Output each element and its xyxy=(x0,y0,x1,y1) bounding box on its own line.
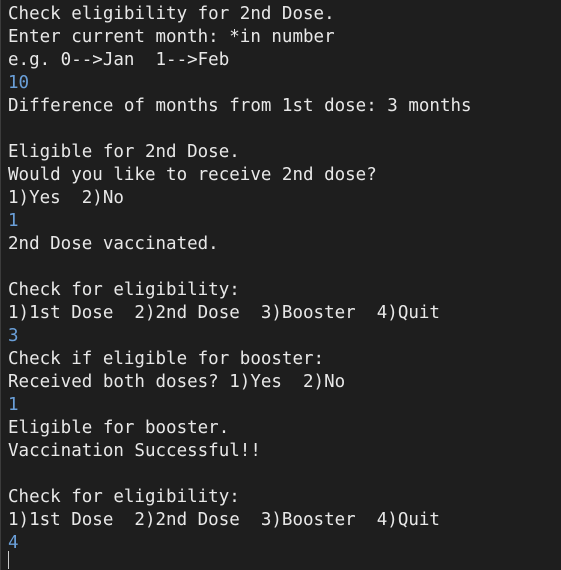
console-input-line: 10 xyxy=(8,73,30,93)
console-output-line: Eligible for 2nd Dose. xyxy=(8,142,240,162)
console-input-line: 1 xyxy=(8,395,19,415)
console-output-line: Vaccination Successful!! xyxy=(8,441,261,461)
console-input-line: 4 xyxy=(8,533,19,553)
console-output-line: 2nd Dose vaccinated. xyxy=(8,234,219,254)
console-output-line: e.g. 0-->Jan 1-->Feb xyxy=(8,50,230,70)
console-output-line: Received both doses? 1)Yes 2)No xyxy=(8,372,346,392)
console-output-line: Eligible for booster. xyxy=(8,418,230,438)
console-output-line: Check eligibility for 2nd Dose. xyxy=(8,4,335,24)
console-output-line: Check if eligible for booster: xyxy=(8,349,325,369)
console-output-line: 1)1st Dose 2)2nd Dose 3)Booster 4)Quit xyxy=(8,510,440,530)
console-output-line: 1)Yes 2)No xyxy=(8,188,124,208)
text-cursor xyxy=(8,551,9,569)
console-input-line: 3 xyxy=(8,326,19,346)
console-output-panel[interactable]: Check eligibility for 2nd Dose. Enter cur… xyxy=(0,0,561,570)
console-output-line: 1)1st Dose 2)2nd Dose 3)Booster 4)Quit xyxy=(8,303,440,323)
console-input-line: 1 xyxy=(8,211,19,231)
console-output-line: Check for eligibility: xyxy=(8,487,240,507)
panel-left-border xyxy=(0,0,1,570)
console-output-line: Enter current month: *in number xyxy=(8,27,335,47)
console-output-line: Check for eligibility: xyxy=(8,280,240,300)
console-output-line: Difference of months from 1st dose: 3 mo… xyxy=(8,96,472,116)
console-text: Check eligibility for 2nd Dose. Enter cur… xyxy=(8,3,472,555)
console-output-line: Would you like to receive 2nd dose? xyxy=(8,165,377,185)
